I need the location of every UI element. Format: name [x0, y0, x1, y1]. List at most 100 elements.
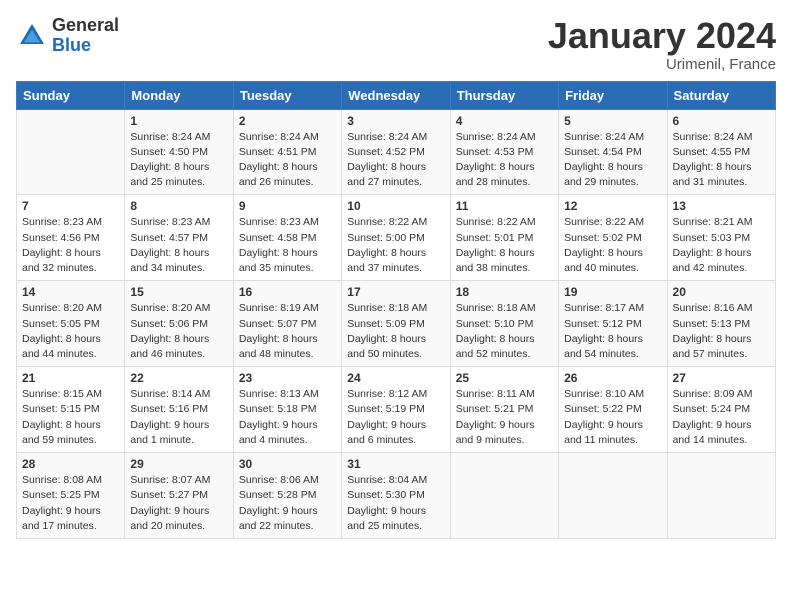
calendar-table: Sunday Monday Tuesday Wednesday Thursday…: [16, 81, 776, 539]
day-info: Sunrise: 8:09 AMSunset: 5:24 PMDaylight:…: [673, 387, 770, 448]
day-info: Sunrise: 8:04 AMSunset: 5:30 PMDaylight:…: [347, 473, 444, 534]
day-info: Sunrise: 8:14 AMSunset: 5:16 PMDaylight:…: [130, 387, 227, 448]
title-block: January 2024 Urimenil, France: [548, 16, 776, 73]
day-info: Sunrise: 8:23 AMSunset: 4:57 PMDaylight:…: [130, 215, 227, 276]
day-info: Sunrise: 8:12 AMSunset: 5:19 PMDaylight:…: [347, 387, 444, 448]
day-info: Sunrise: 8:24 AMSunset: 4:52 PMDaylight:…: [347, 130, 444, 191]
day-cell: 9Sunrise: 8:23 AMSunset: 4:58 PMDaylight…: [233, 195, 341, 281]
day-cell: 10 Sunrise: 8:22 AMSunset: 5:00 PMDayligh…: [342, 195, 450, 281]
day-info: Sunrise: 8:20 AMSunset: 5:06 PMDaylight:…: [130, 301, 227, 362]
col-friday: Friday: [559, 81, 667, 109]
day-info: Sunrise: 8:24 AMSunset: 4:50 PMDaylight:…: [130, 130, 227, 191]
location: Urimenil, France: [548, 56, 776, 73]
col-thursday: Thursday: [450, 81, 558, 109]
col-sunday: Sunday: [17, 81, 125, 109]
day-number: 3: [347, 114, 444, 128]
day-number: 29: [130, 457, 227, 471]
week-row-2: 7 Sunrise: 8:23 AMSunset: 4:56 PMDaylight…: [17, 195, 776, 281]
day-number: 17: [347, 285, 444, 299]
day-cell: 2 Sunrise: 8:24 AMSunset: 4:51 PMDaylight…: [233, 109, 341, 195]
day-cell: 19 Sunrise: 8:17 AMSunset: 5:12 PMDayligh…: [559, 281, 667, 367]
col-saturday: Saturday: [667, 81, 775, 109]
header-row: Sunday Monday Tuesday Wednesday Thursday…: [17, 81, 776, 109]
day-cell: 21Sunrise: 8:15 AMSunset: 5:15 PMDayligh…: [17, 367, 125, 453]
day-number: 16: [239, 285, 336, 299]
day-info: Sunrise: 8:15 AMSunset: 5:15 PMDaylight:…: [22, 387, 119, 448]
day-info: Sunrise: 8:22 AMSunset: 5:00 PMDaylight:…: [347, 215, 444, 276]
day-number: 15: [130, 285, 227, 299]
day-cell: 11 Sunrise: 8:22 AMSunset: 5:01 PMDayligh…: [450, 195, 558, 281]
day-info: Sunrise: 8:08 AMSunset: 5:25 PMDaylight:…: [22, 473, 119, 534]
day-number: 4: [456, 114, 553, 128]
week-row-4: 21Sunrise: 8:15 AMSunset: 5:15 PMDayligh…: [17, 367, 776, 453]
logo: General Blue: [16, 16, 119, 56]
day-number: 12: [564, 199, 661, 213]
day-info: Sunrise: 8:20 AMSunset: 5:05 PMDaylight:…: [22, 301, 119, 362]
day-number: 20: [673, 285, 770, 299]
day-number: 11: [456, 199, 553, 213]
day-cell: 13Sunrise: 8:21 AMSunset: 5:03 PMDayligh…: [667, 195, 775, 281]
col-tuesday: Tuesday: [233, 81, 341, 109]
week-row-1: 1 Sunrise: 8:24 AMSunset: 4:50 PMDaylight…: [17, 109, 776, 195]
day-cell: 25Sunrise: 8:11 AMSunset: 5:21 PMDayligh…: [450, 367, 558, 453]
day-info: Sunrise: 8:06 AMSunset: 5:28 PMDaylight:…: [239, 473, 336, 534]
day-cell: 18 Sunrise: 8:18 AMSunset: 5:10 PMDayligh…: [450, 281, 558, 367]
day-number: 2: [239, 114, 336, 128]
day-info: Sunrise: 8:13 AMSunset: 5:18 PMDaylight:…: [239, 387, 336, 448]
day-number: 10: [347, 199, 444, 213]
month-title: January 2024: [548, 16, 776, 56]
day-cell: 6Sunrise: 8:24 AMSunset: 4:55 PMDaylight…: [667, 109, 775, 195]
day-number: 1: [130, 114, 227, 128]
day-info: Sunrise: 8:17 AMSunset: 5:12 PMDaylight:…: [564, 301, 661, 362]
page-header: General Blue January 2024 Urimenil, Fran…: [16, 16, 776, 73]
day-number: 23: [239, 371, 336, 385]
day-number: 26: [564, 371, 661, 385]
day-cell: 8 Sunrise: 8:23 AMSunset: 4:57 PMDaylight…: [125, 195, 233, 281]
day-cell: 31Sunrise: 8:04 AMSunset: 5:30 PMDayligh…: [342, 453, 450, 539]
day-number: 7: [22, 199, 119, 213]
day-cell: 30 Sunrise: 8:06 AMSunset: 5:28 PMDayligh…: [233, 453, 341, 539]
day-cell: 17Sunrise: 8:18 AMSunset: 5:09 PMDayligh…: [342, 281, 450, 367]
logo-icon: [16, 20, 48, 52]
day-number: 18: [456, 285, 553, 299]
day-info: Sunrise: 8:18 AMSunset: 5:10 PMDaylight:…: [456, 301, 553, 362]
day-info: Sunrise: 8:22 AMSunset: 5:01 PMDaylight:…: [456, 215, 553, 276]
day-cell: 7 Sunrise: 8:23 AMSunset: 4:56 PMDaylight…: [17, 195, 125, 281]
day-cell: 22Sunrise: 8:14 AMSunset: 5:16 PMDayligh…: [125, 367, 233, 453]
day-cell: [559, 453, 667, 539]
day-number: 30: [239, 457, 336, 471]
day-info: Sunrise: 8:19 AMSunset: 5:07 PMDaylight:…: [239, 301, 336, 362]
day-info: Sunrise: 8:23 AMSunset: 4:56 PMDaylight:…: [22, 215, 119, 276]
day-cell: [17, 109, 125, 195]
day-number: 24: [347, 371, 444, 385]
col-monday: Monday: [125, 81, 233, 109]
day-number: 9: [239, 199, 336, 213]
col-wednesday: Wednesday: [342, 81, 450, 109]
day-info: Sunrise: 8:16 AMSunset: 5:13 PMDaylight:…: [673, 301, 770, 362]
day-number: 14: [22, 285, 119, 299]
day-cell: 5 Sunrise: 8:24 AMSunset: 4:54 PMDaylight…: [559, 109, 667, 195]
week-row-3: 14 Sunrise: 8:20 AMSunset: 5:05 PMDayligh…: [17, 281, 776, 367]
day-number: 28: [22, 457, 119, 471]
calendar-body: 1 Sunrise: 8:24 AMSunset: 4:50 PMDaylight…: [17, 109, 776, 538]
day-number: 6: [673, 114, 770, 128]
day-info: Sunrise: 8:24 AMSunset: 4:51 PMDaylight:…: [239, 130, 336, 191]
day-number: 5: [564, 114, 661, 128]
day-info: Sunrise: 8:24 AMSunset: 4:54 PMDaylight:…: [564, 130, 661, 191]
day-cell: 27 Sunrise: 8:09 AMSunset: 5:24 PMDayligh…: [667, 367, 775, 453]
day-number: 25: [456, 371, 553, 385]
day-cell: 28 Sunrise: 8:08 AMSunset: 5:25 PMDayligh…: [17, 453, 125, 539]
week-row-5: 28 Sunrise: 8:08 AMSunset: 5:25 PMDayligh…: [17, 453, 776, 539]
day-cell: [450, 453, 558, 539]
day-number: 8: [130, 199, 227, 213]
day-cell: 29 Sunrise: 8:07 AMSunset: 5:27 PMDayligh…: [125, 453, 233, 539]
day-number: 27: [673, 371, 770, 385]
day-cell: 14 Sunrise: 8:20 AMSunset: 5:05 PMDayligh…: [17, 281, 125, 367]
day-info: Sunrise: 8:07 AMSunset: 5:27 PMDaylight:…: [130, 473, 227, 534]
day-info: Sunrise: 8:24 AMSunset: 4:53 PMDaylight:…: [456, 130, 553, 191]
day-info: Sunrise: 8:10 AMSunset: 5:22 PMDaylight:…: [564, 387, 661, 448]
day-cell: 16 Sunrise: 8:19 AMSunset: 5:07 PMDayligh…: [233, 281, 341, 367]
day-cell: 12Sunrise: 8:22 AMSunset: 5:02 PMDayligh…: [559, 195, 667, 281]
day-number: 19: [564, 285, 661, 299]
calendar-header: Sunday Monday Tuesday Wednesday Thursday…: [17, 81, 776, 109]
